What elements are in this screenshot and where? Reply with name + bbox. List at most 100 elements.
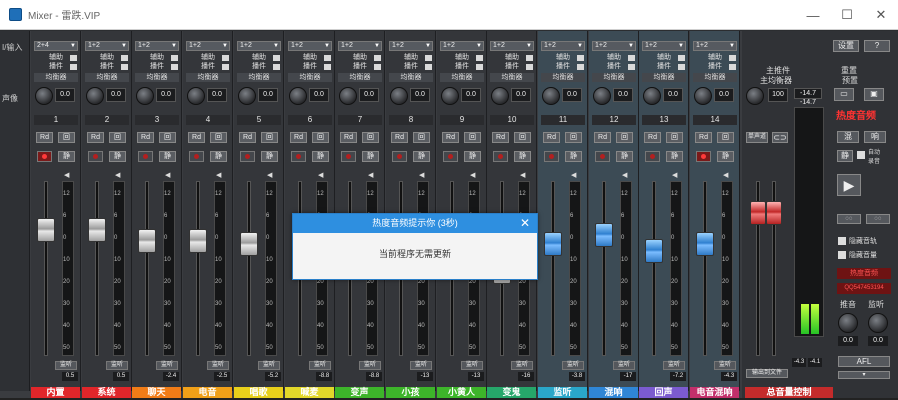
record-arm-button[interactable] bbox=[645, 151, 660, 162]
mute-button[interactable]: 静 bbox=[159, 151, 176, 162]
pan-knob[interactable] bbox=[643, 87, 661, 105]
aux2-row[interactable]: 播件 bbox=[288, 63, 332, 71]
pan-knob[interactable] bbox=[86, 87, 104, 105]
monitor-button[interactable]: 监听 bbox=[613, 361, 635, 370]
channel-name-label[interactable]: 变鬼 bbox=[487, 387, 536, 398]
monitor-button[interactable]: 监听 bbox=[714, 361, 736, 370]
input-selector[interactable]: 1+2 ▼ bbox=[186, 41, 230, 51]
eq-button[interactable]: 均衡器 bbox=[186, 73, 230, 82]
minimize-icon[interactable]: — bbox=[796, 0, 830, 30]
aux1-row[interactable]: 辅助 bbox=[541, 54, 585, 62]
afl-selector[interactable]: ▾ bbox=[838, 371, 890, 379]
channel-name-label[interactable]: 小黄人 bbox=[437, 387, 486, 398]
input-selector[interactable]: 1+2 ▼ bbox=[237, 41, 281, 51]
monitor-button[interactable]: 监听 bbox=[511, 361, 533, 370]
monitor-knob[interactable] bbox=[868, 313, 888, 333]
aux2-row[interactable]: 播件 bbox=[186, 63, 230, 71]
monitor-button[interactable]: 监听 bbox=[309, 361, 331, 370]
eq-button[interactable]: 均衡器 bbox=[490, 73, 534, 82]
channel-name-label[interactable]: 变声 bbox=[335, 387, 384, 398]
input-selector[interactable]: 2+4 ▼ bbox=[34, 41, 78, 51]
eq-button[interactable]: 均衡器 bbox=[135, 73, 179, 82]
eq-button[interactable]: 均衡器 bbox=[642, 73, 686, 82]
close-icon[interactable]: ✕ bbox=[864, 0, 898, 30]
settings-button[interactable]: 设置 bbox=[833, 40, 859, 52]
push-knob[interactable] bbox=[838, 313, 858, 333]
mute-button[interactable]: 静 bbox=[58, 151, 75, 162]
play-button[interactable]: ▶ bbox=[837, 174, 861, 196]
rd-button[interactable]: Rd bbox=[695, 132, 712, 143]
fx-button[interactable]: 回 bbox=[717, 132, 734, 143]
volume-fader[interactable] bbox=[240, 232, 258, 256]
channel-name-label[interactable]: 唱歌 bbox=[234, 387, 283, 398]
aux1-row[interactable]: 辅助 bbox=[338, 54, 382, 62]
help-button[interactable]: ? bbox=[864, 40, 890, 52]
right-mute-button[interactable]: 静 bbox=[837, 150, 853, 162]
mute-button[interactable]: 静 bbox=[261, 151, 278, 162]
input-selector[interactable]: 1+2 ▼ bbox=[135, 41, 179, 51]
fx-button[interactable]: 回 bbox=[109, 132, 126, 143]
loop-left-button[interactable]: ◌◌ bbox=[837, 214, 861, 224]
aux2-row[interactable]: 播件 bbox=[389, 63, 433, 71]
record-arm-button[interactable] bbox=[443, 151, 458, 162]
record-arm-button[interactable] bbox=[138, 151, 153, 162]
input-selector[interactable]: 1+2 ▼ bbox=[338, 41, 382, 51]
save-icon[interactable]: ▣ bbox=[864, 88, 884, 101]
monitor-button[interactable]: 监听 bbox=[359, 361, 381, 370]
channel-name-label[interactable]: 电音混响 bbox=[690, 387, 739, 398]
pan-knob[interactable] bbox=[136, 87, 154, 105]
eq-button[interactable]: 均衡器 bbox=[237, 73, 281, 82]
mute-button[interactable]: 静 bbox=[210, 151, 227, 162]
eq-button[interactable]: 均衡器 bbox=[338, 73, 382, 82]
fx-button[interactable]: 回 bbox=[312, 132, 329, 143]
mute-button[interactable]: 静 bbox=[717, 151, 734, 162]
mono-button[interactable]: 单声道 bbox=[746, 132, 768, 143]
fx-button[interactable]: 回 bbox=[261, 132, 278, 143]
record-arm-button[interactable] bbox=[392, 151, 407, 162]
aux1-row[interactable]: 辅助 bbox=[135, 54, 179, 62]
folder-icon[interactable]: ▭ bbox=[834, 88, 854, 101]
rd-button[interactable]: Rd bbox=[188, 132, 205, 143]
maximize-icon[interactable]: ☐ bbox=[830, 0, 864, 30]
aux1-row[interactable]: 辅助 bbox=[490, 54, 534, 62]
master-pan-knob[interactable] bbox=[746, 87, 764, 105]
monitor-button[interactable]: 监听 bbox=[410, 361, 432, 370]
aux2-row[interactable]: 播件 bbox=[541, 63, 585, 71]
aux2-row[interactable]: 播件 bbox=[34, 63, 78, 71]
monitor-button[interactable]: 监听 bbox=[461, 361, 483, 370]
pan-knob[interactable] bbox=[441, 87, 459, 105]
eq-button[interactable]: 均衡器 bbox=[389, 73, 433, 82]
rd-button[interactable]: Rd bbox=[543, 132, 560, 143]
aux1-row[interactable]: 辅助 bbox=[34, 54, 78, 62]
volume-fader[interactable] bbox=[696, 232, 714, 256]
mute-button[interactable]: 静 bbox=[312, 151, 329, 162]
input-selector[interactable]: 1+2 ▼ bbox=[541, 41, 585, 51]
eq-button[interactable]: 均衡器 bbox=[541, 73, 585, 82]
record-arm-button[interactable] bbox=[189, 151, 204, 162]
pan-knob[interactable] bbox=[542, 87, 560, 105]
monitor-button[interactable]: 监听 bbox=[55, 361, 77, 370]
monitor-button[interactable]: 监听 bbox=[562, 361, 584, 370]
monitor-button[interactable]: 监听 bbox=[663, 361, 685, 370]
monitor-button[interactable]: 监听 bbox=[207, 361, 229, 370]
channel-name-label[interactable]: 系统 bbox=[82, 387, 131, 398]
pan-knob[interactable] bbox=[390, 87, 408, 105]
mute-button[interactable]: 静 bbox=[666, 151, 683, 162]
input-selector[interactable]: 1+2 ▼ bbox=[389, 41, 433, 51]
fx-button[interactable]: 回 bbox=[413, 132, 430, 143]
volume-fader[interactable] bbox=[595, 223, 613, 247]
channel-name-label[interactable]: 小孩 bbox=[386, 387, 435, 398]
pan-knob[interactable] bbox=[35, 87, 53, 105]
rd-button[interactable]: Rd bbox=[594, 132, 611, 143]
volume-fader[interactable] bbox=[88, 218, 106, 242]
eq-button[interactable]: 均衡器 bbox=[85, 73, 129, 82]
aux2-row[interactable]: 播件 bbox=[490, 63, 534, 71]
mute-button[interactable]: 静 bbox=[362, 151, 379, 162]
aux2-row[interactable]: 播件 bbox=[85, 63, 129, 71]
pan-knob[interactable] bbox=[491, 87, 509, 105]
input-selector[interactable]: 1+2 ▼ bbox=[693, 41, 737, 51]
record-arm-button[interactable] bbox=[696, 151, 711, 162]
master-fader-right[interactable] bbox=[766, 201, 782, 225]
aux2-row[interactable]: 播件 bbox=[693, 63, 737, 71]
aux2-row[interactable]: 播件 bbox=[440, 63, 484, 71]
